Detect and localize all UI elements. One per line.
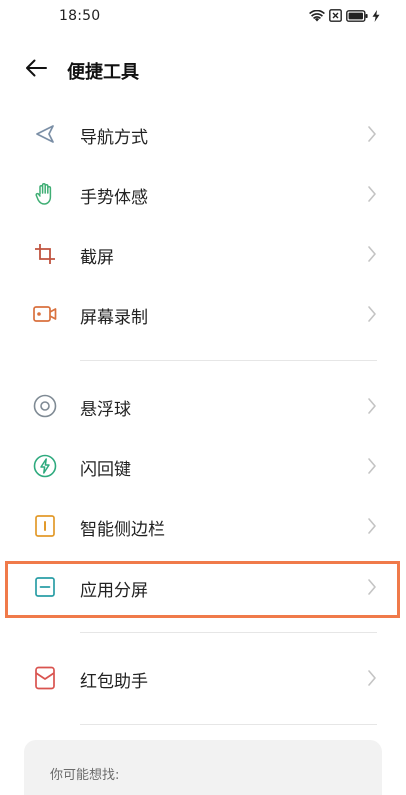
section-divider xyxy=(80,360,377,361)
menu-item-gesture[interactable]: 手势体感 xyxy=(0,164,406,224)
menu-item-label: 应用分屏 xyxy=(80,581,148,601)
back-button[interactable] xyxy=(22,56,50,84)
page-title: 便捷工具 xyxy=(67,62,139,83)
battery-icon xyxy=(346,9,368,22)
chevron-right-icon xyxy=(366,396,378,416)
charging-icon xyxy=(372,9,380,22)
menu-item-label: 手势体感 xyxy=(80,188,148,208)
hand-icon xyxy=(33,182,57,206)
split-screen-icon xyxy=(33,575,57,599)
floating-ball-icon xyxy=(33,394,57,418)
chevron-right-icon xyxy=(366,668,378,688)
chevron-right-icon xyxy=(366,124,378,144)
chevron-right-icon xyxy=(366,184,378,204)
navigation-icon xyxy=(33,122,57,146)
flash-icon xyxy=(33,454,57,478)
menu-item-navigation[interactable]: 导航方式 xyxy=(0,104,406,164)
section-divider xyxy=(80,724,377,725)
chevron-right-icon xyxy=(366,577,378,597)
chevron-right-icon xyxy=(366,516,378,536)
menu-item-label: 闪回键 xyxy=(80,460,131,480)
suggestion-card: 你可能想找: xyxy=(24,740,382,795)
menu-item-red-packet[interactable]: 红包助手 xyxy=(0,648,406,708)
menu-item-flashback[interactable]: 闪回键 xyxy=(0,436,406,496)
status-bar: 18:50 xyxy=(0,0,406,36)
wifi-icon xyxy=(309,9,325,22)
status-icons xyxy=(309,9,380,22)
chevron-right-icon xyxy=(366,456,378,476)
chevron-right-icon xyxy=(366,244,378,264)
menu-item-label: 截屏 xyxy=(80,248,114,268)
header: 便捷工具 xyxy=(0,50,406,90)
sidebar-icon xyxy=(33,514,57,538)
menu-item-label: 屏幕录制 xyxy=(80,308,148,328)
menu-item-smart-sidebar[interactable]: 智能侧边栏 xyxy=(0,496,406,556)
menu-item-label: 智能侧边栏 xyxy=(80,520,165,540)
video-record-icon xyxy=(33,302,57,326)
menu-item-label: 悬浮球 xyxy=(80,400,131,420)
menu-item-screen-record[interactable]: 屏幕录制 xyxy=(0,284,406,344)
menu-item-label: 红包助手 xyxy=(80,672,148,692)
arrow-left-icon xyxy=(25,59,47,81)
section-divider xyxy=(80,632,377,633)
suggestion-title: 你可能想找: xyxy=(50,768,120,783)
menu-item-floating-ball[interactable]: 悬浮球 xyxy=(0,376,406,436)
crop-icon xyxy=(33,242,57,266)
status-time: 18:50 xyxy=(59,8,101,24)
menu-item-split-screen[interactable]: 应用分屏 xyxy=(0,557,406,617)
menu-item-label: 导航方式 xyxy=(80,128,148,148)
chevron-right-icon xyxy=(366,304,378,324)
envelope-icon xyxy=(33,666,57,690)
menu-item-screenshot[interactable]: 截屏 xyxy=(0,224,406,284)
close-box-icon xyxy=(329,9,342,22)
